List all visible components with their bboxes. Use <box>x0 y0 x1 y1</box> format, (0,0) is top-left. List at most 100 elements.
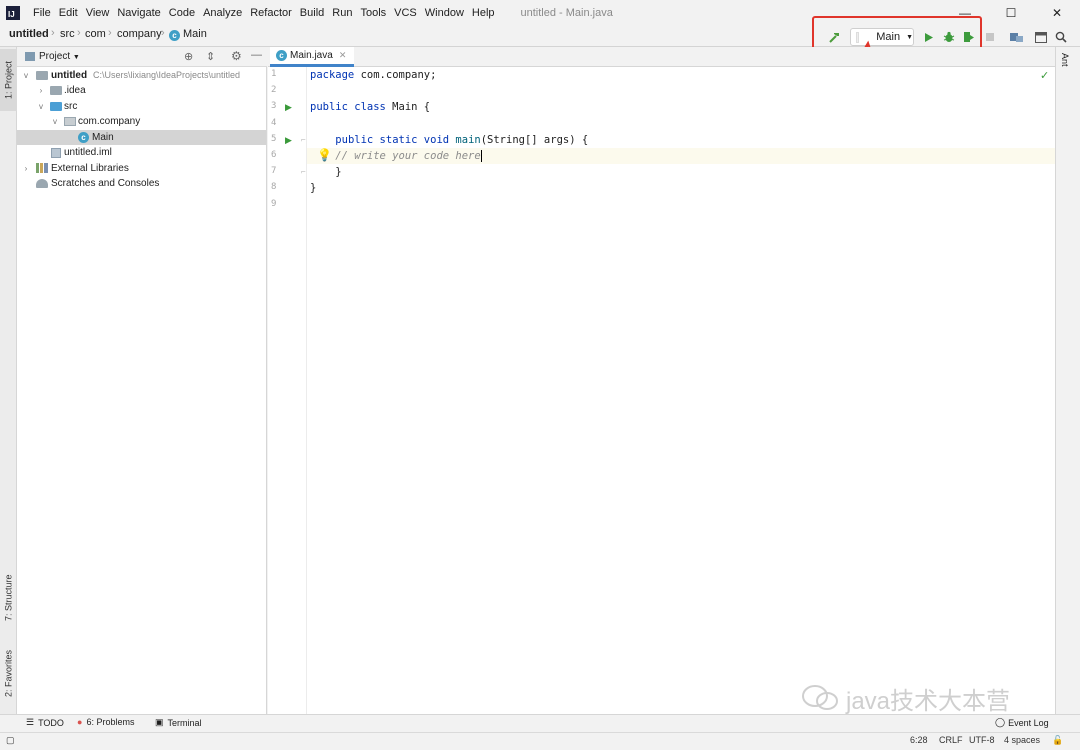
scratches-icon <box>36 179 48 188</box>
problems-tab-label: 6: Problems <box>86 717 135 727</box>
tree-item-untitled[interactable]: v untitled C:\Users\lixiang\IdeaProjects… <box>17 68 266 83</box>
breadcrumb-src[interactable]: src <box>60 28 75 40</box>
tab-label: Main.java <box>290 50 333 61</box>
menu-window[interactable]: Window <box>425 7 464 19</box>
watermark-text: java技术大本营 <box>846 687 1011 715</box>
locate-crosshair-icon[interactable]: ⊕ <box>184 50 193 63</box>
comment: // write your code here <box>335 150 481 162</box>
code-editor[interactable]: 1 2 3 ▶ 4 5 ▶ ⌐ 6 7 ⌐ 8 9 💡 package com.… <box>268 67 1055 714</box>
line-number: 1 <box>271 69 277 79</box>
text-caret <box>480 150 482 162</box>
structure-tool-tab[interactable]: 7: Structure <box>0 567 17 629</box>
breadcrumb-chevron-icon: › <box>77 27 81 39</box>
stop-icon <box>986 33 994 41</box>
run-gutter-icon[interactable]: ▶ <box>285 102 292 113</box>
lock-icon[interactable]: 🔓 <box>1052 735 1063 746</box>
breadcrumb-main[interactable]: c Main <box>169 28 207 41</box>
stop-button[interactable] <box>982 29 998 45</box>
favorites-tool-tab[interactable]: 2: Favorites <box>0 642 17 704</box>
fold-icon[interactable]: ⌐ <box>301 167 306 176</box>
file-encoding[interactable]: UTF-8 <box>969 735 995 745</box>
breadcrumb-chevron-icon: › <box>108 27 112 39</box>
project-tool-tab[interactable]: 1: Project <box>0 49 17 111</box>
fold-icon[interactable]: ⌐ <box>301 135 306 144</box>
menu-tools[interactable]: Tools <box>360 7 386 19</box>
menu-help[interactable]: Help <box>472 7 495 19</box>
package-icon <box>64 117 76 126</box>
list-icon: ☰ <box>26 717 35 727</box>
problems-tab[interactable]: ● 6: Problems <box>77 717 134 727</box>
tree-item-scratches[interactable]: Scratches and Consoles <box>17 176 266 191</box>
chevron-down-icon: v <box>39 102 43 111</box>
status-toggle-icon[interactable]: ▢ <box>6 735 15 746</box>
line-number: 4 <box>271 118 277 128</box>
watermark: java技术大本营 <box>800 682 1011 715</box>
search-icon <box>1055 31 1067 43</box>
hide-panel-icon[interactable]: — <box>251 49 262 61</box>
tree-item-main[interactable]: c Main <box>17 130 266 145</box>
ant-tool-tab[interactable]: Ant <box>1060 53 1070 67</box>
menu-analyze[interactable]: Analyze <box>203 7 242 19</box>
indent-setting[interactable]: 4 spaces <box>1004 735 1040 745</box>
close-tab-icon[interactable]: ✕ <box>339 50 347 61</box>
run-gutter-icon[interactable]: ▶ <box>285 135 292 146</box>
menu-view[interactable]: View <box>86 7 110 19</box>
maximize-button[interactable]: ☐ <box>988 0 1034 25</box>
line-number: 2 <box>271 85 277 95</box>
breadcrumb-company[interactable]: company <box>117 28 162 40</box>
search-button[interactable] <box>1053 29 1069 45</box>
tree-item-idea[interactable]: › .idea <box>17 83 266 98</box>
breadcrumb-chevron-icon: › <box>161 27 165 39</box>
intellij-logo-icon: IJ <box>6 5 20 20</box>
menu-navigate[interactable]: Navigate <box>117 7 160 19</box>
line-separator[interactable]: CRLF <box>939 735 963 745</box>
tree-label: untitled <box>51 70 88 81</box>
folder-icon <box>50 86 62 95</box>
project-tool-tab-label: 1: Project <box>3 60 14 100</box>
problems-icon: ● <box>77 717 83 727</box>
tree-label: Main <box>92 132 114 143</box>
menu-run[interactable]: Run <box>332 7 352 19</box>
menu-file[interactable]: File <box>33 7 51 19</box>
line-number: 3 <box>271 101 277 111</box>
bottom-tool-tabs: ☰ TODO ● 6: Problems ▣ Terminal ◯ Event Log <box>0 714 1080 732</box>
status-bar: ▢ 6:28 CRLF UTF-8 4 spaces 🔓 <box>0 732 1080 750</box>
todo-tab[interactable]: ☰ TODO <box>26 717 64 728</box>
tree-item-com-company[interactable]: v com.company <box>17 114 266 129</box>
terminal-tab[interactable]: ▣ Terminal <box>155 717 202 728</box>
chevron-right-icon: › <box>24 164 28 173</box>
line-number: 8 <box>271 182 277 192</box>
keyword: public class <box>310 101 386 113</box>
event-log-tab[interactable]: ◯ Event Log <box>995 717 1049 728</box>
collapse-all-icon[interactable]: ⇕ <box>206 50 215 63</box>
chevron-down-icon: v <box>24 71 28 80</box>
inspection-ok-check-icon[interactable]: ✓ <box>1040 69 1049 82</box>
tree-label: src <box>64 101 78 112</box>
caret-position[interactable]: 6:28 <box>910 735 928 745</box>
menu-refactor[interactable]: Refactor <box>250 7 292 19</box>
module-folder-icon <box>36 71 48 80</box>
tree-item-external-libraries[interactable]: › External Libraries <box>17 161 266 176</box>
project-folder-icon <box>25 52 35 61</box>
tree-label: .idea <box>64 85 86 96</box>
java-class-icon: c <box>169 30 180 41</box>
breadcrumb-untitled[interactable]: untitled <box>9 28 49 40</box>
java-class-icon: c <box>276 50 287 61</box>
menu-code[interactable]: Code <box>169 7 195 19</box>
code-text: com.company; <box>354 69 437 81</box>
tree-item-src[interactable]: v src <box>17 99 266 114</box>
menu-vcs[interactable]: VCS <box>394 7 417 19</box>
menu-build[interactable]: Build <box>300 7 324 19</box>
breadcrumb-com[interactable]: com <box>85 28 106 40</box>
breadcrumb-main-label: Main <box>183 28 207 40</box>
code-line-3: public class Main { <box>310 99 1053 115</box>
gear-icon[interactable]: ⚙ <box>231 49 242 63</box>
project-view-selector[interactable]: Project ▼ <box>39 51 80 62</box>
tab-main-java[interactable]: c Main.java ✕ <box>270 47 355 67</box>
close-button[interactable]: ✕ <box>1034 0 1080 25</box>
structure-tool-tab-label: 7: Structure <box>3 574 14 622</box>
tree-item-untitled-iml[interactable]: untitled.iml <box>17 145 266 160</box>
menu-edit[interactable]: Edit <box>59 7 78 19</box>
project-structure-button[interactable] <box>1008 29 1024 45</box>
toggle-window-button[interactable] <box>1033 29 1049 45</box>
